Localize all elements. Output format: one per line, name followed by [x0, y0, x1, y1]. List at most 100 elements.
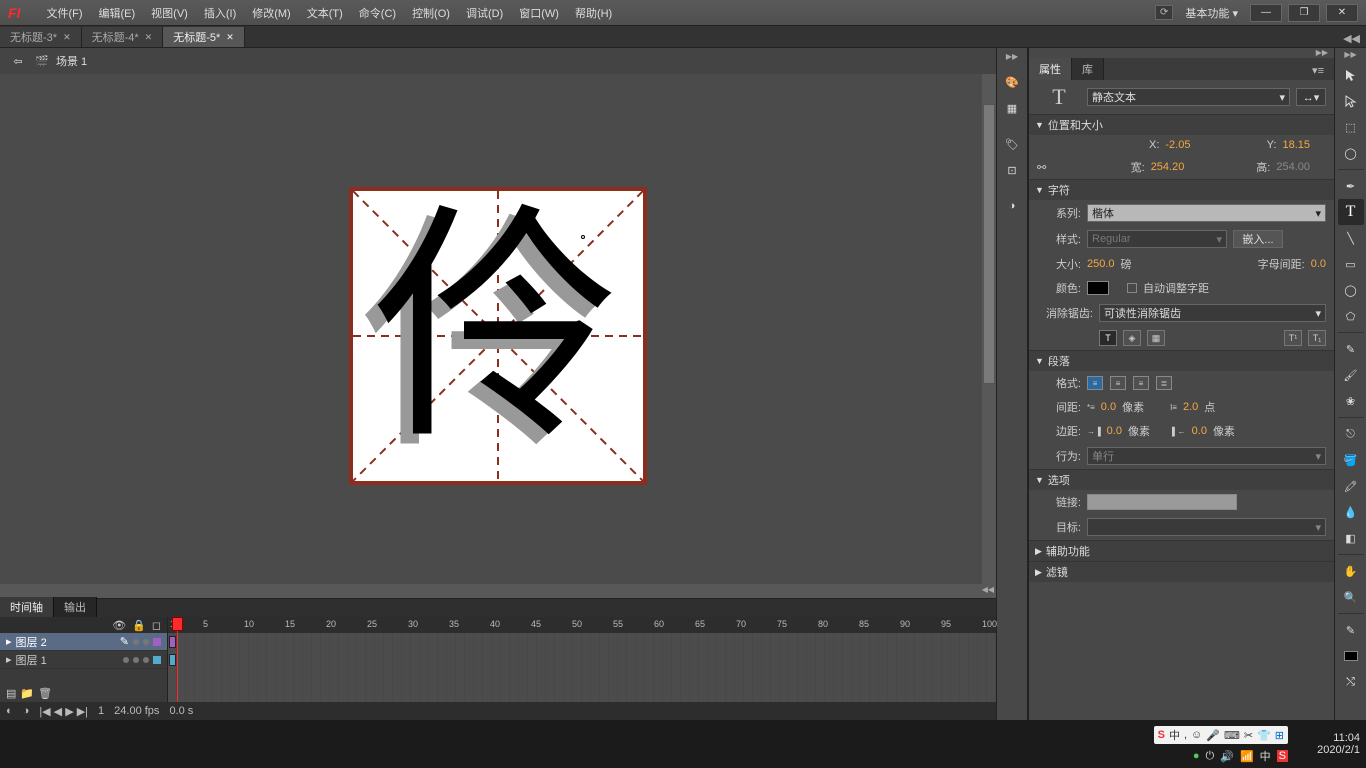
timeline-collapse-icon[interactable]: ◀◀	[982, 585, 994, 594]
menu-help[interactable]: 帮助(H)	[567, 5, 620, 21]
tab-output[interactable]: 输出	[54, 597, 97, 617]
tracking-value[interactable]: 0.0	[1311, 258, 1326, 270]
eraser-tool[interactable]: ◧	[1338, 525, 1364, 551]
swatches-panel-icon[interactable]: 🎨	[1000, 70, 1024, 94]
section-filters[interactable]: ▶滤镜	[1029, 562, 1334, 582]
close-icon[interactable]: ✕	[145, 32, 153, 43]
size-value[interactable]: 250.0	[1087, 258, 1115, 270]
playhead[interactable]	[177, 617, 178, 702]
selection-tool[interactable]	[1338, 62, 1364, 88]
bone-tool[interactable]: ⎋	[1338, 421, 1364, 447]
fill-color[interactable]	[1338, 643, 1364, 669]
new-layer-button[interactable]: ▤	[6, 687, 16, 700]
text-tool[interactable]: T	[1338, 199, 1364, 225]
scene-icon[interactable]: 🎬	[32, 51, 52, 71]
tab-library[interactable]: 库	[1072, 58, 1104, 80]
lasso-tool[interactable]: ◯	[1338, 140, 1364, 166]
oval-tool[interactable]: ◯	[1338, 277, 1364, 303]
menu-text[interactable]: 文本(T)	[299, 5, 351, 21]
y-value[interactable]: 18.15	[1282, 139, 1310, 151]
left-margin-value[interactable]: 0.0	[1107, 425, 1122, 437]
frames-area[interactable]: 1510152025303540455055606570758085909510…	[168, 617, 996, 702]
tab-timeline[interactable]: 时间轴	[0, 597, 54, 617]
eyedropper-tool[interactable]: 💧	[1338, 499, 1364, 525]
minimize-button[interactable]: —	[1250, 4, 1282, 22]
section-paragraph[interactable]: ▼段落	[1029, 351, 1334, 371]
line-tool[interactable]: ╲	[1338, 225, 1364, 251]
close-icon[interactable]: ✕	[63, 32, 71, 43]
line-spacing-value[interactable]: 2.0	[1183, 401, 1198, 413]
autokern-checkbox[interactable]	[1127, 283, 1137, 293]
link-input[interactable]	[1087, 494, 1237, 510]
free-transform-tool[interactable]: ⬚	[1338, 114, 1364, 140]
antialias-select[interactable]: 可读性消除锯齿▾	[1099, 304, 1326, 322]
onion-outline-icon[interactable]: ◑	[23, 705, 30, 717]
stroke-color[interactable]: ✎	[1338, 617, 1364, 643]
brush-tool[interactable]: 🖌	[1338, 362, 1364, 388]
t2-toggle[interactable]: T₁	[1308, 330, 1326, 346]
behavior-select[interactable]: 单行▾	[1087, 447, 1326, 465]
tab-untitled-3[interactable]: 无标题-3*✕	[0, 27, 82, 47]
embed-button[interactable]: 嵌入...	[1233, 230, 1283, 248]
superscript-toggle[interactable]: ◈	[1123, 330, 1141, 346]
paint-bucket-tool[interactable]: 🪣	[1338, 447, 1364, 473]
back-icon[interactable]: ⇦	[8, 51, 28, 71]
onion-skin-icon[interactable]: ◐	[6, 705, 13, 717]
layer-row-2[interactable]: ▸图层 2 ✎	[0, 633, 167, 651]
stage-main-char[interactable]: 伶	[373, 206, 623, 456]
target-select[interactable]: ▾	[1087, 518, 1326, 536]
menu-file[interactable]: 文件(F)	[38, 5, 90, 21]
close-button[interactable]: ✕	[1326, 4, 1358, 22]
stage-area[interactable]: 伶 伶	[0, 74, 996, 598]
rectangle-tool[interactable]: ▭	[1338, 251, 1364, 277]
pen-tool[interactable]: ✒	[1338, 173, 1364, 199]
lock-icon[interactable]: 🔒	[132, 619, 146, 632]
menu-modify[interactable]: 修改(M)	[244, 5, 299, 21]
color-swatch[interactable]	[1087, 281, 1109, 295]
scene-label[interactable]: 场景 1	[56, 53, 87, 69]
menu-command[interactable]: 命令(C)	[351, 5, 404, 21]
panel-menu-icon[interactable]: ▾≡	[1302, 61, 1334, 80]
sync-icon[interactable]: ⟳	[1155, 5, 1173, 20]
subselection-tool[interactable]	[1338, 88, 1364, 114]
text-type-select[interactable]: 静态文本▾	[1087, 88, 1290, 106]
w-value[interactable]: 254.20	[1151, 161, 1185, 173]
current-frame[interactable]: 1	[98, 705, 104, 717]
section-options[interactable]: ▼选项	[1029, 470, 1334, 490]
x-value[interactable]: -2.05	[1165, 139, 1190, 151]
zoom-tool[interactable]: 🔍	[1338, 584, 1364, 610]
panel-collapse-icon[interactable]: ◀◀	[1337, 30, 1366, 47]
new-folder-button[interactable]: 📁	[20, 687, 34, 700]
close-icon[interactable]: ✕	[226, 32, 234, 43]
subscript-toggle[interactable]: ▦	[1147, 330, 1165, 346]
tab-properties[interactable]: 属性	[1029, 58, 1072, 80]
menu-view[interactable]: 视图(V)	[143, 5, 196, 21]
fps-value[interactable]: 24.00 fps	[114, 705, 159, 717]
font-family-select[interactable]: 楷体▾	[1087, 204, 1326, 222]
tab-untitled-4[interactable]: 无标题-4*✕	[82, 27, 164, 47]
swap-colors[interactable]: ⤭	[1338, 669, 1364, 695]
clock[interactable]: 11:04 2020/2/1	[1317, 720, 1360, 768]
menu-edit[interactable]: 编辑(E)	[91, 5, 144, 21]
ink-bottle-tool[interactable]: 🖍	[1338, 473, 1364, 499]
tools-collapse-icon[interactable]: ▶▶	[1335, 50, 1366, 62]
text-direction-select[interactable]: ↔▾	[1296, 88, 1326, 106]
align-justify[interactable]: ≣	[1156, 376, 1172, 390]
align-left[interactable]: ≡	[1087, 376, 1103, 390]
ime-bar[interactable]: S中,☺🎤⌨✂👕⊞	[1154, 726, 1288, 744]
horizontal-scrollbar[interactable]	[0, 584, 982, 598]
section-character[interactable]: ▼字符	[1029, 180, 1334, 200]
section-accessibility[interactable]: ▶辅助功能	[1029, 541, 1334, 561]
link-wh-icon[interactable]: ⚯	[1037, 161, 1046, 174]
indent-value[interactable]: 0.0	[1101, 401, 1116, 413]
vertical-scrollbar[interactable]	[982, 74, 996, 598]
selectable-toggle[interactable]: T	[1099, 330, 1117, 346]
dock-collapse-icon[interactable]: ▶▶	[997, 52, 1027, 68]
system-tray[interactable]: ●⏻🔊📶中S	[1193, 746, 1288, 766]
hand-tool[interactable]: ✋	[1338, 558, 1364, 584]
frame-ruler[interactable]: 1510152025303540455055606570758085909510…	[168, 617, 996, 633]
menu-debug[interactable]: 调试(D)	[458, 5, 511, 21]
maximize-button[interactable]: ❐	[1288, 4, 1320, 22]
outline-icon[interactable]: ◻	[152, 619, 161, 632]
info-panel-icon[interactable]: 🏷	[1000, 132, 1024, 156]
